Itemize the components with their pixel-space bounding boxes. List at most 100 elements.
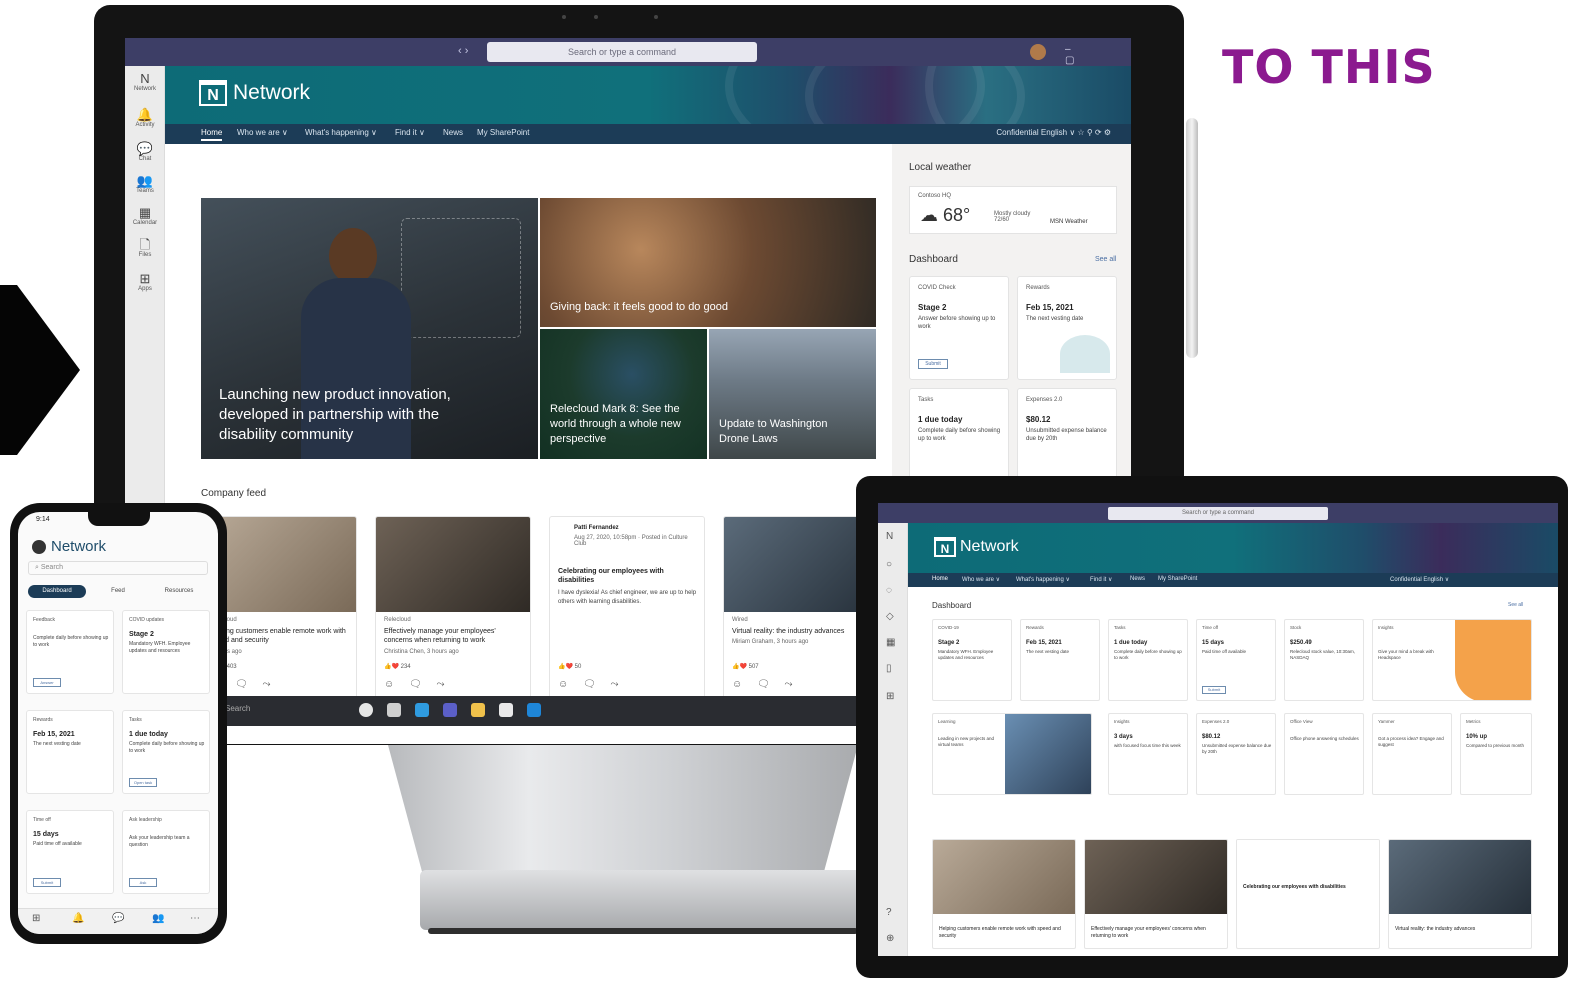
history-nav-icon[interactable]: ‹ ›: [458, 45, 468, 57]
tablet-dashboard-card[interactable]: Office View Office phone answering schedu…: [1284, 713, 1364, 795]
tablet-dashboard-card[interactable]: Yammer Got a process idea? Engage and sug…: [1372, 713, 1452, 795]
nav-whats-happening[interactable]: What's happening ∨: [1016, 576, 1070, 583]
teams-app-icon[interactable]: [443, 703, 457, 717]
phone-dashboard-card[interactable]: Ask leadership Ask your leadership team …: [122, 810, 210, 894]
rail-item-chat[interactable]: 💬 Chat: [129, 142, 161, 163]
site-brand[interactable]: N Network: [199, 80, 310, 106]
dashboard-nav-icon[interactable]: ⊞: [32, 913, 40, 924]
phone-dashboard-card[interactable]: Tasks 1 due today Complete daily before …: [122, 710, 210, 794]
nav-my-sharepoint[interactable]: My SharePoint: [1158, 576, 1197, 582]
nav-find-it[interactable]: Find it ∨: [1090, 576, 1112, 583]
card-button[interactable]: Submit: [33, 878, 61, 887]
file-explorer-icon[interactable]: [471, 703, 485, 717]
rail-item-calendar[interactable]: ▦ Calendar: [129, 206, 161, 227]
tablet-dashboard-card[interactable]: Expenses 2.0 $80.12 Unsubmitted expense ba…: [1196, 713, 1276, 795]
activity-nav-icon[interactable]: 🔔: [72, 913, 84, 924]
nav-find-it[interactable]: Find it ∨: [395, 128, 425, 137]
tablet-feed-card[interactable]: Celebrating our employees with disabilit…: [1236, 839, 1380, 949]
dashboard-card-button[interactable]: Submit: [918, 359, 948, 369]
tab-dashboard[interactable]: Dashboard: [28, 585, 86, 598]
chat-nav-icon[interactable]: 💬: [112, 913, 124, 924]
feed-card-actions[interactable]: ☺ 🗨 ⤳: [732, 679, 798, 690]
task-view-icon[interactable]: [387, 703, 401, 717]
phone-dashboard-card[interactable]: Rewards Feb 15, 2021 The next vesting da…: [26, 710, 114, 794]
network-icon[interactable]: N: [886, 531, 893, 542]
phone-screen: 9:14 Network ⌕ Search Dashboard Feed Res…: [18, 512, 218, 934]
tablet-dashboard-card[interactable]: Rewards Feb 15, 2021 The next vesting date: [1020, 619, 1100, 701]
tablet-feed-card[interactable]: Helping customers enable remote work wit…: [932, 839, 1076, 949]
phone-site-brand[interactable]: Network: [32, 538, 106, 555]
hero-tile-main[interactable]: Launching new product innovation, develo…: [201, 198, 538, 459]
tablet-dashboard-card[interactable]: Time off 15 days Paid time off available Su…: [1196, 619, 1276, 701]
hero-tile-top-right[interactable]: Giving back: it feels good to do good: [540, 198, 876, 327]
tablet-dashboard-card[interactable]: Metrics 10% up Compared to previous month: [1460, 713, 1532, 795]
phone-dashboard-card[interactable]: COVID updates Stage 2 Mandatory WFH. Emp…: [122, 610, 210, 694]
files-icon[interactable]: ▯: [886, 663, 892, 674]
weather-card[interactable]: Contoso HQ ☁ 68° Mostly cloudy 72/60 MSN…: [909, 186, 1117, 234]
tab-feed[interactable]: Feed: [90, 585, 146, 598]
calendar-icon[interactable]: ▦: [886, 637, 895, 648]
hero-tile-caption: Update to Washington Drone Laws: [719, 418, 828, 445]
rail-item-network[interactable]: N Network: [129, 72, 161, 93]
nav-news[interactable]: News: [443, 128, 463, 137]
edge-icon[interactable]: [415, 703, 429, 717]
tablet-dashboard-card[interactable]: Stock $250.49 Relecloud stock value, 10:30…: [1284, 619, 1364, 701]
apps-icon[interactable]: ⊞: [886, 691, 894, 702]
card-button[interactable]: Ask: [129, 878, 157, 887]
nav-who-we-are[interactable]: Who we are ∨: [237, 128, 288, 137]
phone-search-input[interactable]: ⌕ Search: [28, 561, 208, 575]
feed-card[interactable]: Patti Fernandez Aug 27, 2020, 10:58pm · …: [549, 516, 705, 701]
tablet-feed-card[interactable]: Effectively manage your employees' conce…: [1084, 839, 1228, 949]
tablet-feed-card[interactable]: Virtual reality: the industry advances: [1388, 839, 1532, 949]
chat-icon[interactable]: ◌: [886, 585, 892, 596]
nav-home[interactable]: Home: [201, 128, 223, 141]
tab-resources[interactable]: Resources: [150, 585, 208, 598]
feed-card-actions[interactable]: ☺ 🗨 ⤳: [558, 679, 624, 690]
card-button[interactable]: Open task: [129, 778, 157, 787]
taskbar-search[interactable]: Search: [225, 704, 250, 713]
card-body: Paid time off available: [33, 841, 82, 847]
hero-tile-bottom-left[interactable]: Relecloud Mark 8: See the world through …: [540, 329, 707, 459]
dashboard-card[interactable]: Rewards Feb 15, 2021 The next vesting da…: [1017, 276, 1117, 380]
nav-right-tools[interactable]: Confidential English ∨: [1390, 576, 1449, 583]
nav-right-tools[interactable]: Confidential English ∨ ☆ ⚲ ⟳ ⚙: [996, 128, 1111, 137]
download-icon[interactable]: ⊕: [886, 933, 894, 944]
feed-card-actions[interactable]: ☺ 🗨 ⤳: [384, 679, 450, 690]
more-nav-icon[interactable]: ⋯: [190, 913, 200, 924]
teams-nav-icon[interactable]: 👥: [152, 913, 164, 924]
user-avatar[interactable]: [1030, 44, 1046, 60]
nav-news[interactable]: News: [1130, 576, 1145, 582]
bell-icon[interactable]: ○: [886, 559, 892, 570]
rail-item-activity[interactable]: 🔔 Activity: [129, 108, 161, 129]
tablet-site-brand[interactable]: N Network: [934, 537, 1019, 557]
rail-item-teams[interactable]: 👥 Teams: [129, 174, 161, 195]
phone-dashboard-card[interactable]: Time off 15 days Paid time off available…: [26, 810, 114, 894]
nav-my-sharepoint[interactable]: My SharePoint: [477, 128, 529, 137]
nav-who-we-are[interactable]: Who we are ∨: [962, 576, 1000, 583]
phone-dashboard-card[interactable]: Feedback Complete daily before showing u…: [26, 610, 114, 694]
tablet-dashboard-card[interactable]: Insights 3 days with focused focus time th…: [1108, 713, 1188, 795]
mail-icon[interactable]: [527, 703, 541, 717]
hero-tile-bottom-right[interactable]: Update to Washington Drone Laws: [709, 329, 876, 459]
tablet-dashboard-card[interactable]: Insights Give your mind a break with Head…: [1372, 619, 1532, 701]
dashboard-see-all-link[interactable]: See all: [1095, 256, 1116, 263]
rail-item-files[interactable]: 🗋 Files: [129, 238, 161, 259]
network-logo-icon: N: [199, 80, 227, 106]
dashboard-card-header: Tasks: [918, 397, 934, 403]
tablet-dashboard-card[interactable]: COVID-19 Stage 2 Mandatory WFH. Employee u…: [932, 619, 1012, 701]
teams-icon[interactable]: ◇: [886, 611, 894, 622]
rail-item-apps[interactable]: ⊞ Apps: [129, 272, 161, 293]
command-search-input[interactable]: Search or type a command: [487, 42, 757, 62]
help-icon[interactable]: ?: [886, 907, 892, 918]
feed-card[interactable]: Relecloud Effectively manage your employ…: [375, 516, 531, 701]
nav-home[interactable]: Home: [932, 576, 948, 582]
dashboard-card[interactable]: COVID Check Stage 2 Answer before showin…: [909, 276, 1009, 380]
nav-whats-happening[interactable]: What's happening ∨: [305, 128, 377, 137]
tablet-command-search[interactable]: Search or type a command: [1108, 507, 1328, 520]
tablet-dashboard-card[interactable]: Learning Leading in new projects and virt…: [932, 713, 1092, 795]
store-icon[interactable]: [499, 703, 513, 717]
start-icon[interactable]: [359, 703, 373, 717]
card-button[interactable]: Answer: [33, 678, 61, 687]
tablet-dashboard-card[interactable]: Tasks 1 due today Complete daily before sh…: [1108, 619, 1188, 701]
tablet-see-all-link[interactable]: See all: [1508, 602, 1523, 608]
